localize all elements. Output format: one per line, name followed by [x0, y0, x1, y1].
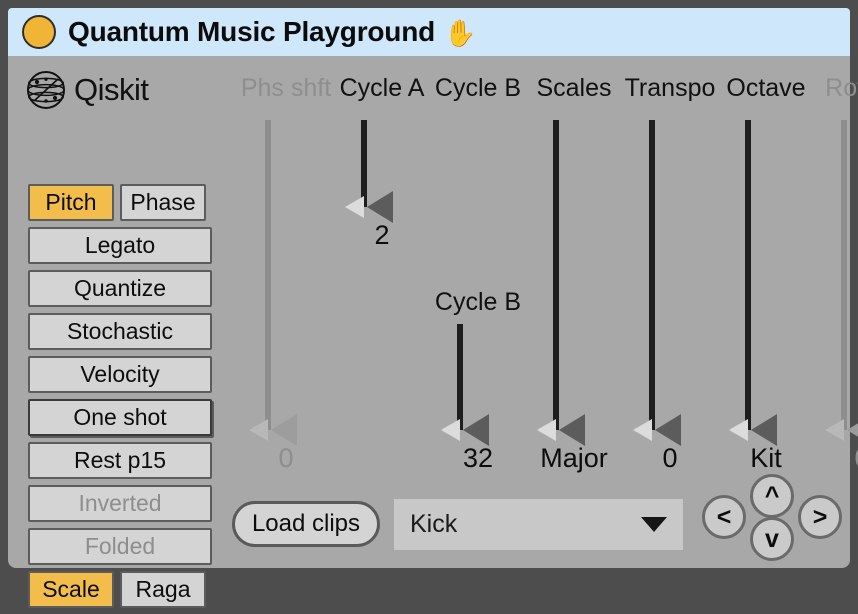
brand: Qiskit: [26, 70, 149, 110]
slider-group: Phs shft 0 Cycle A 2 Cycle B Cycle B 32 Scales M…: [212, 56, 858, 516]
slider-handle-rotate: [825, 414, 858, 446]
slider-column-cycle-a: Cycle A 2: [332, 74, 432, 514]
qiskit-sphere-logo: [27, 71, 65, 109]
sidebar-button-quantize[interactable]: Quantize: [28, 270, 212, 307]
slider-value-octave: Kit: [750, 443, 782, 473]
sidebar-row: Folded: [28, 528, 212, 565]
window-titlebar: Quantum Music Playground ✋: [8, 8, 850, 56]
slider-value-phs-shft: 0: [278, 443, 294, 473]
slider-subheader-cycle-b: Cycle B: [434, 288, 522, 316]
sidebar-button-pitch[interactable]: Pitch: [28, 184, 114, 221]
slider-label-cycle-b: Cycle B: [434, 74, 522, 102]
sidebar-button-stochastic[interactable]: Stochastic: [28, 313, 212, 350]
page-title: Quantum Music Playground: [68, 16, 436, 47]
slider-value-cycle-a: 2: [374, 219, 390, 250]
dpad-down-button[interactable]: v: [750, 517, 794, 561]
main-panel: Qiskit Pitch Phase Legato Quantize Stochasti…: [8, 56, 858, 608]
load-clips-button[interactable]: Load clips: [232, 501, 380, 547]
slider-label-cycle-a: Cycle A: [339, 74, 425, 102]
sidebar-row: Stochastic: [28, 313, 212, 350]
dpad-up-button[interactable]: ^: [750, 474, 794, 518]
device-frame: Quantum Music Playground ✋ Qiskit Pitch P…: [0, 0, 858, 608]
slider-value-rotate: 0: [812, 443, 858, 474]
orange-circle-icon: [22, 15, 56, 49]
slider-label-rotate: Rotate: [825, 74, 858, 102]
sidebar-button-scale[interactable]: Scale: [28, 571, 114, 608]
slider-value-transpo: 0: [662, 443, 678, 473]
slider-track-scales[interactable]: [553, 120, 559, 430]
slider-column-phs-shft: Phs shft 0: [236, 74, 336, 514]
slider-handle-scales[interactable]: [537, 414, 585, 446]
sidebar-button-phase[interactable]: Phase: [120, 184, 206, 221]
sidebar-button-raga[interactable]: Raga: [120, 571, 206, 608]
slider-column-cycle-b: Cycle B Cycle B 32: [428, 74, 528, 514]
sidebar-button-velocity[interactable]: Velocity: [28, 356, 212, 393]
slider-value-scales: Major: [540, 443, 608, 473]
sidebar-row: Legato: [28, 227, 212, 264]
slider-handle-transpo[interactable]: [633, 414, 681, 446]
slider-track-transpo[interactable]: [649, 120, 655, 430]
slider-handle-phs-shft: [249, 414, 297, 446]
dpad-left-button[interactable]: <: [702, 495, 746, 539]
sidebar-button-legato[interactable]: Legato: [28, 227, 212, 264]
sidebar-button-inverted: Inverted: [28, 485, 212, 522]
sidebar-row: One shot: [28, 399, 212, 436]
chevron-down-icon: [641, 517, 667, 532]
slider-column-scales: Scales Major: [524, 74, 624, 514]
sidebar-row: Velocity: [28, 356, 212, 393]
sidebar-row: Inverted: [28, 485, 212, 522]
slider-label-scales: Scales: [536, 74, 612, 102]
slider-handle-cycle-b[interactable]: [441, 414, 489, 446]
slider-value-cycle-b: 32: [462, 443, 494, 473]
slider-handle-cycle-a[interactable]: [345, 190, 393, 223]
slider-track-octave[interactable]: [745, 120, 751, 430]
sidebar-row: Pitch Phase: [28, 184, 212, 221]
slider-label-phs-shft: Phs shft: [240, 74, 332, 102]
sidebar-row: Quantize: [28, 270, 212, 307]
dpad-right-button[interactable]: >: [798, 495, 842, 539]
slider-column-transpo: Transpo 0: [620, 74, 720, 514]
clip-select-value: Kick: [410, 510, 458, 538]
slider-handle-octave[interactable]: [729, 414, 777, 446]
clip-select-dropdown[interactable]: Kick: [394, 499, 683, 550]
sidebar-button-one-shot[interactable]: One shot: [28, 399, 212, 436]
slider-column-octave: Octave Kit: [716, 74, 816, 514]
slider-label-octave: Octave: [726, 74, 806, 102]
sidebar-row: Scale Raga: [28, 571, 212, 608]
hand-icon: ✋: [444, 18, 477, 48]
slider-label-transpo: Transpo: [624, 74, 716, 102]
slider-track-phs-shft[interactable]: [265, 120, 271, 430]
brand-name: Qiskit: [74, 72, 149, 107]
sidebar-button-folded: Folded: [28, 528, 212, 565]
sidebar-button-rest-p15[interactable]: Rest p15: [28, 442, 212, 479]
sidebar: Pitch Phase Legato Quantize Stochastic Veloci…: [28, 184, 212, 614]
slider-column-rotate: Rotate 0: [812, 74, 858, 514]
slider-track-rotate[interactable]: [841, 120, 847, 430]
sidebar-row: Rest p15: [28, 442, 212, 479]
